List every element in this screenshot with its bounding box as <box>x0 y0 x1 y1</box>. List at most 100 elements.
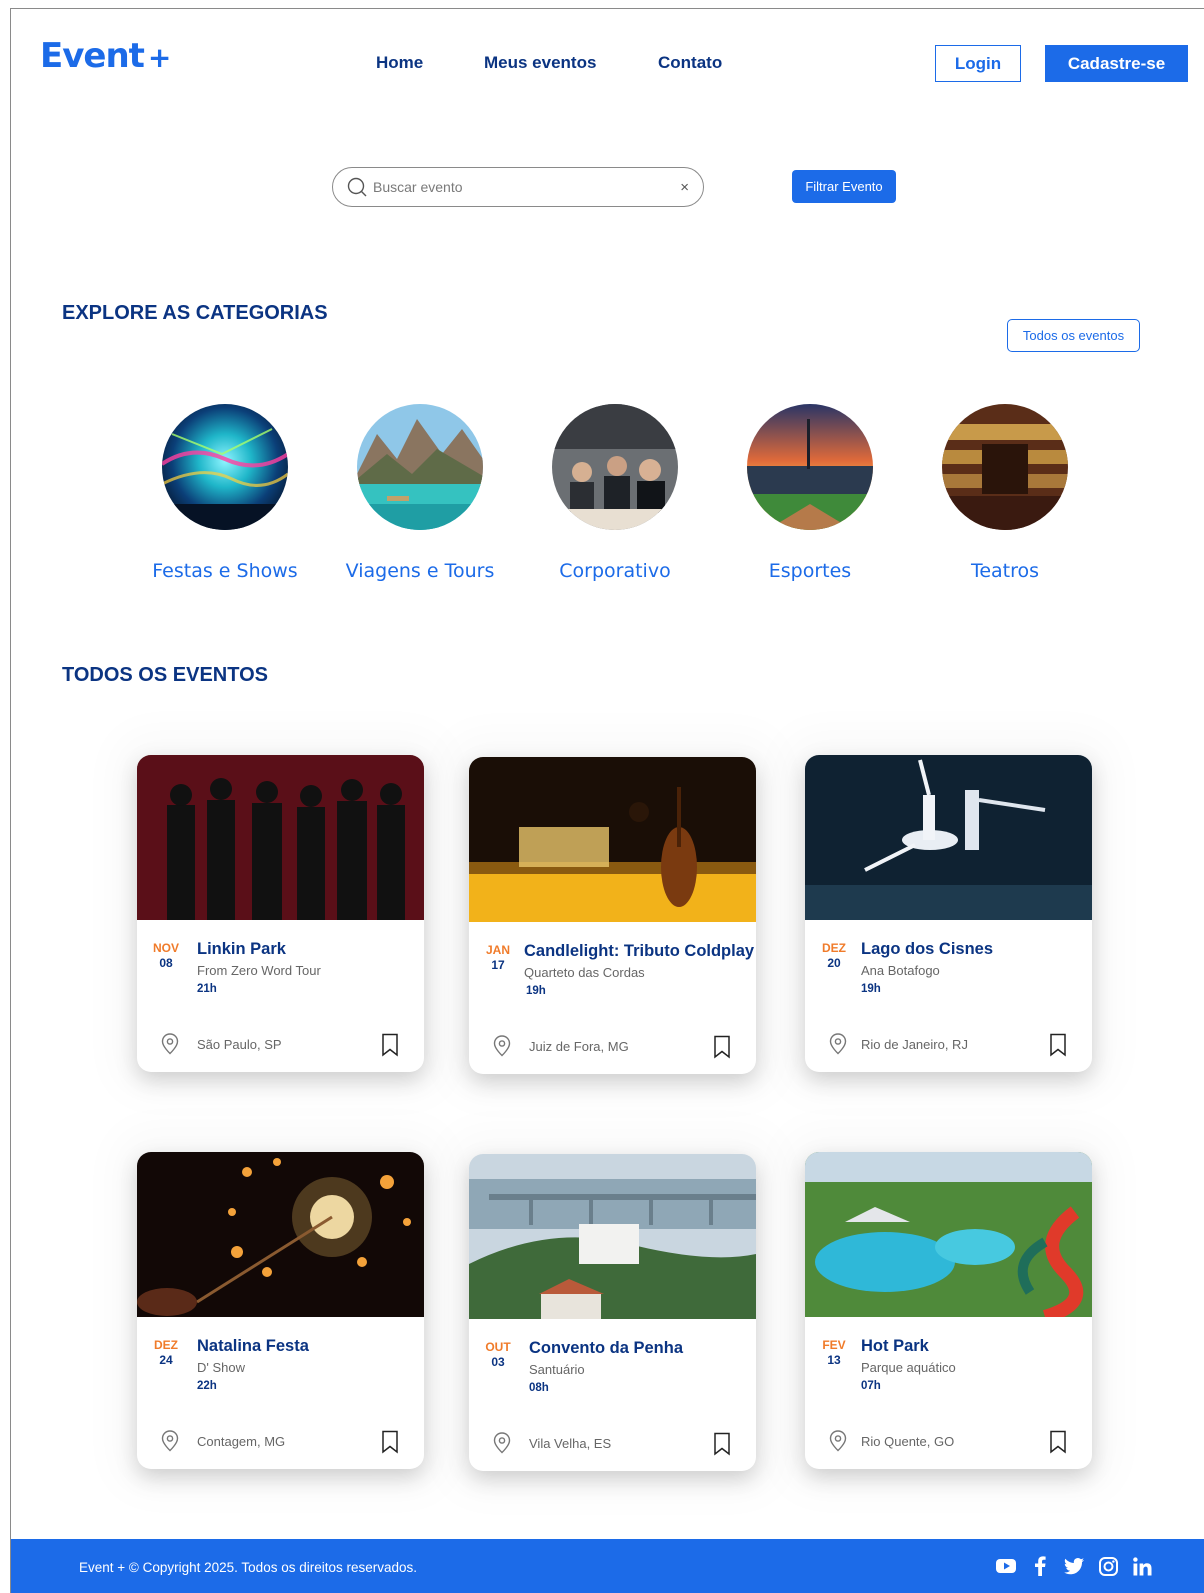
event-day: 17 <box>491 958 505 972</box>
event-subtitle: Ana Botafogo <box>861 963 940 978</box>
event-image <box>137 755 424 920</box>
event-time: 07h <box>861 1380 881 1392</box>
category-viagens-e-tours[interactable]: Viagens e Tours <box>330 404 510 582</box>
event-date: JAN 17 <box>479 943 517 972</box>
location-pin-icon <box>161 1430 179 1452</box>
event-time: 19h <box>526 985 546 997</box>
signup-button[interactable]: Cadastre-se <box>1045 45 1188 82</box>
event-location: São Paulo, SP <box>197 1037 282 1052</box>
search-bar[interactable]: × <box>332 167 704 207</box>
social-links <box>996 1555 1152 1577</box>
event-title: Hot Park <box>861 1337 929 1355</box>
footer-copyright: Event + © Copyright 2025. Todos os direi… <box>79 1560 418 1575</box>
location-pin-icon <box>161 1033 179 1055</box>
category-image-viagens <box>357 404 483 530</box>
bookmark-icon[interactable] <box>1049 1430 1067 1454</box>
logo[interactable]: Event + <box>40 36 171 76</box>
event-day: 08 <box>159 956 173 970</box>
event-card[interactable]: OUT 03 Convento da Penha Santuário 08h V… <box>469 1154 756 1471</box>
category-corporativo[interactable]: Corporativo <box>525 404 705 582</box>
event-subtitle: Santuário <box>529 1362 585 1377</box>
event-location: Rio Quente, GO <box>861 1434 955 1449</box>
event-subtitle: Quarteto das Cordas <box>524 965 645 980</box>
event-location: Rio de Janeiro, RJ <box>861 1037 968 1052</box>
twitter-icon[interactable] <box>1064 1555 1084 1577</box>
nav-meus-eventos[interactable]: Meus eventos <box>484 53 596 73</box>
event-card[interactable]: DEZ 24 Natalina Festa D' Show 22h Contag… <box>137 1152 424 1469</box>
category-label: Esportes <box>768 560 852 582</box>
instagram-icon[interactable] <box>1098 1555 1118 1577</box>
event-card[interactable]: JAN 17 Candlelight: Tributo Coldplay Qua… <box>469 757 756 1074</box>
search-icon <box>347 177 367 197</box>
event-location: Juiz de Fora, MG <box>529 1039 629 1054</box>
search-input[interactable] <box>373 179 681 195</box>
event-time: 21h <box>197 983 217 995</box>
event-day: 03 <box>491 1355 505 1369</box>
location-pin-icon <box>829 1430 847 1452</box>
event-month: NOV <box>152 941 179 955</box>
event-day: 24 <box>159 1353 173 1367</box>
categories-title: EXPLORE AS CATEGORIAS <box>62 302 328 324</box>
event-title: Convento da Penha <box>529 1339 684 1357</box>
event-time: 22h <box>197 1380 217 1392</box>
category-festas-e-shows[interactable]: Festas e Shows <box>135 404 315 582</box>
filter-button[interactable]: Filtrar Evento <box>792 170 896 203</box>
category-image-corporativo <box>552 404 678 530</box>
bookmark-icon[interactable] <box>713 1432 731 1456</box>
bookmark-icon[interactable] <box>381 1033 399 1057</box>
footer: Event + © Copyright 2025. Todos os direi… <box>11 1539 1204 1593</box>
category-label: Corporativo <box>559 560 671 582</box>
clear-icon[interactable]: × <box>680 179 689 196</box>
logo-plus: + <box>147 41 171 74</box>
event-image <box>469 1154 756 1319</box>
event-image <box>137 1152 424 1317</box>
linkedin-icon[interactable] <box>1132 1555 1152 1577</box>
logo-text: Event <box>40 36 145 76</box>
nav-contato[interactable]: Contato <box>658 53 722 73</box>
category-image-festas <box>162 404 288 530</box>
event-time: 08h <box>529 1382 549 1394</box>
login-button[interactable]: Login <box>935 45 1021 82</box>
event-date: OUT 03 <box>479 1340 517 1369</box>
event-card[interactable]: DEZ 20 Lago dos Cisnes Ana Botafogo 19h … <box>805 755 1092 1072</box>
youtube-icon[interactable] <box>996 1555 1016 1577</box>
event-date: NOV 08 <box>147 941 185 970</box>
event-title: Natalina Festa <box>197 1337 309 1355</box>
location-pin-icon <box>493 1035 511 1057</box>
event-subtitle: Parque aquático <box>861 1360 956 1375</box>
location-pin-icon <box>493 1432 511 1454</box>
event-title: Linkin Park <box>197 940 286 958</box>
event-month: FEV <box>822 1338 846 1352</box>
event-month: DEZ <box>154 1338 178 1352</box>
events-title: TODOS OS EVENTOS <box>62 664 268 686</box>
category-teatros[interactable]: Teatros <box>915 404 1095 582</box>
event-image <box>805 755 1092 920</box>
category-image-esportes <box>747 404 873 530</box>
event-date: DEZ 24 <box>147 1338 185 1367</box>
event-location: Vila Velha, ES <box>529 1436 612 1451</box>
nav-home[interactable]: Home <box>376 53 423 73</box>
event-card[interactable]: FEV 13 Hot Park Parque aquático 07h Rio … <box>805 1152 1092 1469</box>
event-subtitle: D' Show <box>197 1360 246 1375</box>
event-month: JAN <box>485 943 510 957</box>
facebook-icon[interactable] <box>1030 1555 1050 1577</box>
event-title: Candlelight: Tributo Coldplay <box>524 942 755 960</box>
event-month: DEZ <box>822 941 846 955</box>
event-time: 19h <box>861 983 881 995</box>
event-date: FEV 13 <box>815 1338 853 1367</box>
location-pin-icon <box>829 1033 847 1055</box>
all-events-button[interactable]: Todos os eventos <box>1007 319 1140 352</box>
event-image <box>469 757 756 922</box>
bookmark-icon[interactable] <box>713 1035 731 1059</box>
event-day: 20 <box>827 956 841 970</box>
bookmark-icon[interactable] <box>381 1430 399 1454</box>
category-label: Teatros <box>970 560 1040 582</box>
event-card[interactable]: NOV 08 Linkin Park From Zero Word Tour 2… <box>137 755 424 1072</box>
category-label: Viagens e Tours <box>345 560 495 582</box>
event-date: DEZ 20 <box>815 941 853 970</box>
bookmark-icon[interactable] <box>1049 1033 1067 1057</box>
category-esportes[interactable]: Esportes <box>720 404 900 582</box>
category-image-teatros <box>942 404 1068 530</box>
event-image <box>805 1152 1092 1317</box>
event-subtitle: From Zero Word Tour <box>197 963 321 978</box>
